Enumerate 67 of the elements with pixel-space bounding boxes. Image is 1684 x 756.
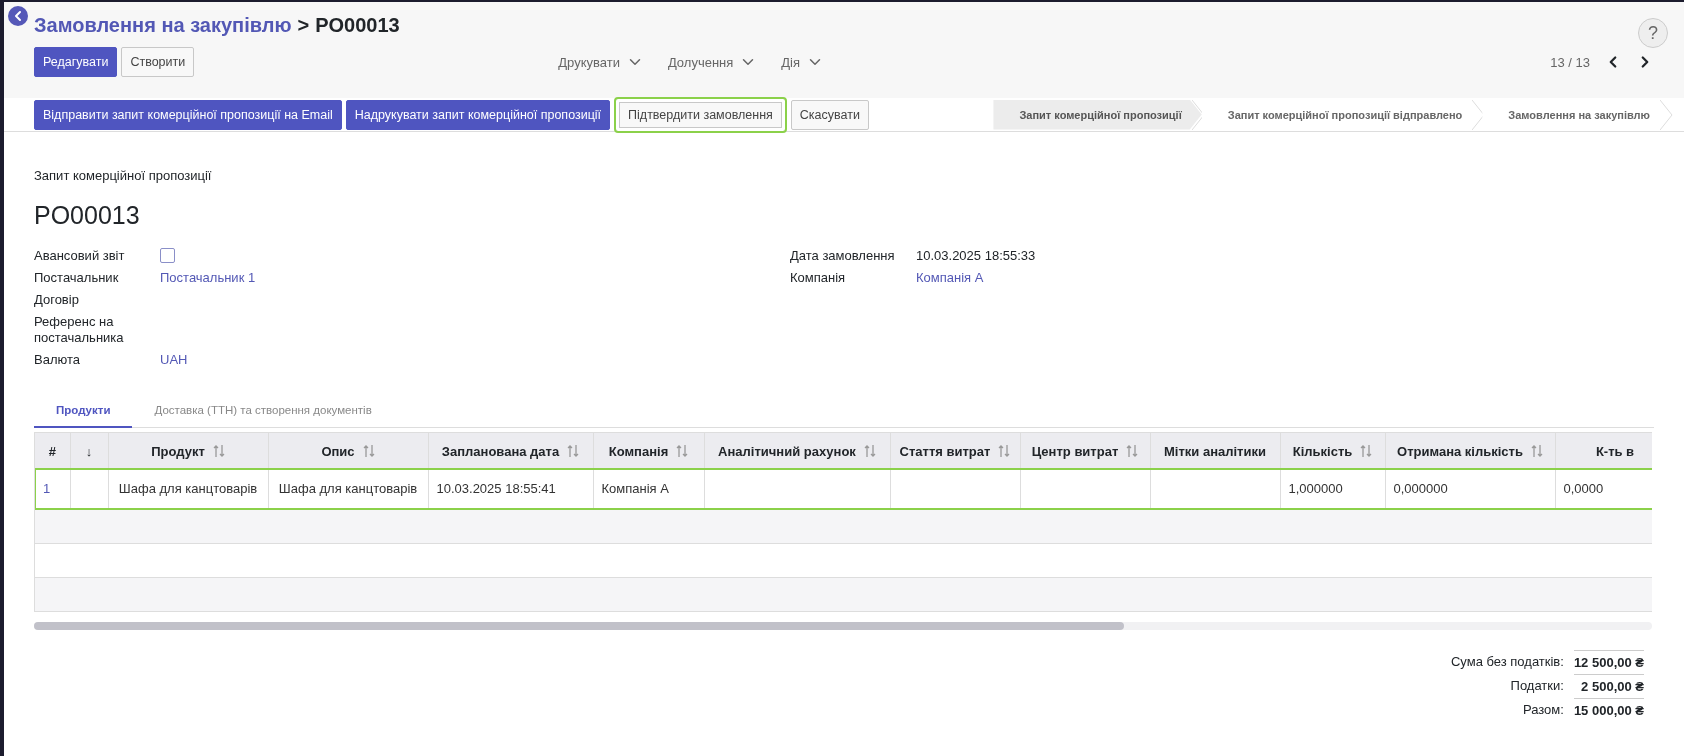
- column-header[interactable]: Продукт: [108, 433, 268, 469]
- dropdown-menu[interactable]: Дія: [781, 53, 825, 71]
- status-step[interactable]: Запит комерційної пропозиції: [993, 99, 1202, 130]
- document-status: Запит комерційної пропозиції: [34, 168, 213, 183]
- action-button[interactable]: Скасувати: [790, 99, 869, 130]
- sort-icon: [676, 444, 689, 458]
- field-link[interactable]: Компанія А: [916, 270, 1390, 286]
- column-header[interactable]: Опис: [268, 433, 428, 469]
- create-button[interactable]: Створити: [121, 47, 195, 77]
- column-header[interactable]: Центр витрат: [1020, 433, 1150, 469]
- field-link[interactable]: Постачальник 1: [160, 270, 790, 286]
- sort-icon: [863, 444, 876, 458]
- breadcrumb-separator: >: [297, 14, 310, 37]
- field-label: Дата замовлення: [790, 248, 896, 264]
- field-label: Постачальник: [34, 270, 120, 286]
- sort-icon: [998, 444, 1011, 458]
- sort-icon: [1530, 444, 1543, 458]
- tab[interactable]: Доставка (ТТН) та створення документів: [132, 394, 394, 428]
- breadcrumb-current: PO00013: [315, 14, 400, 37]
- dropdown-menu[interactable]: Друкувати: [558, 53, 644, 71]
- action-button[interactable]: Підтвердити замовлення: [614, 96, 787, 133]
- field-label: Референс на постачальника: [34, 314, 125, 346]
- field-label: Договір: [34, 292, 80, 308]
- total-label: Податки:: [1509, 677, 1564, 695]
- document-name: PO00013: [34, 201, 141, 230]
- column-header[interactable]: К-ть в: [1555, 433, 1652, 469]
- sort-icon: [1126, 444, 1139, 458]
- sort-icon: [567, 444, 580, 458]
- edit-button[interactable]: Редагувати: [34, 47, 118, 77]
- tab[interactable]: Продукти: [34, 394, 133, 428]
- column-header[interactable]: #: [35, 433, 70, 469]
- table-cell: 10.03.2025 18:55:41: [428, 469, 593, 509]
- table-cell: 0,000000: [1385, 469, 1555, 509]
- table-cell: Компанія А: [593, 469, 704, 509]
- column-header[interactable]: Компанія: [593, 433, 704, 469]
- sort-icon: [212, 444, 225, 458]
- field-link[interactable]: UAH: [160, 352, 790, 368]
- table-cell: 1: [35, 469, 70, 509]
- table-cell: Шафа для канцтоварів: [108, 469, 268, 509]
- column-header[interactable]: Отримана кількість: [1385, 433, 1555, 469]
- action-button[interactable]: Відправити запит комерційної пропозиції на Email: [34, 99, 342, 130]
- breadcrumb-link[interactable]: Замовлення на закупівлю: [34, 14, 292, 37]
- checkbox[interactable]: [160, 248, 175, 263]
- column-header[interactable]: ↓: [70, 433, 108, 469]
- total-value: 15 000,00 ₴: [1573, 698, 1644, 722]
- column-header[interactable]: Аналітичний рахунок: [704, 433, 890, 469]
- field-value: 10.03.2025 18:55:33: [916, 248, 1037, 264]
- sort-icon: [362, 444, 375, 458]
- column-header[interactable]: Мітки аналітики: [1150, 433, 1280, 469]
- field-label: Авансовий звіт: [34, 248, 126, 264]
- field-label: Компанія: [790, 270, 847, 286]
- column-header[interactable]: Стаття витрат: [890, 433, 1020, 469]
- table-cell: 1,000000: [1280, 469, 1385, 509]
- table-cell: 0,0000: [1555, 469, 1652, 509]
- column-header[interactable]: Кількість: [1280, 433, 1385, 469]
- dropdown-menu[interactable]: Долучення: [667, 53, 758, 71]
- sort-icon: [1360, 444, 1373, 458]
- column-header[interactable]: Запланована дата: [428, 433, 593, 469]
- action-button[interactable]: Надрукувати запит комерційної пропозиції: [345, 99, 611, 130]
- field-label: Валюта: [34, 352, 81, 368]
- total-value: 12 500,00 ₴: [1573, 650, 1644, 674]
- horizontal-scrollbar[interactable]: [34, 622, 1652, 630]
- total-label: Сума без податків:: [1450, 653, 1564, 671]
- table-cell: Шафа для канцтоварів: [268, 469, 428, 509]
- pager-counter: 13 / 13: [1550, 54, 1590, 70]
- total-label: Разом:: [1521, 701, 1564, 719]
- total-value: 2 500,00 ₴: [1573, 674, 1644, 698]
